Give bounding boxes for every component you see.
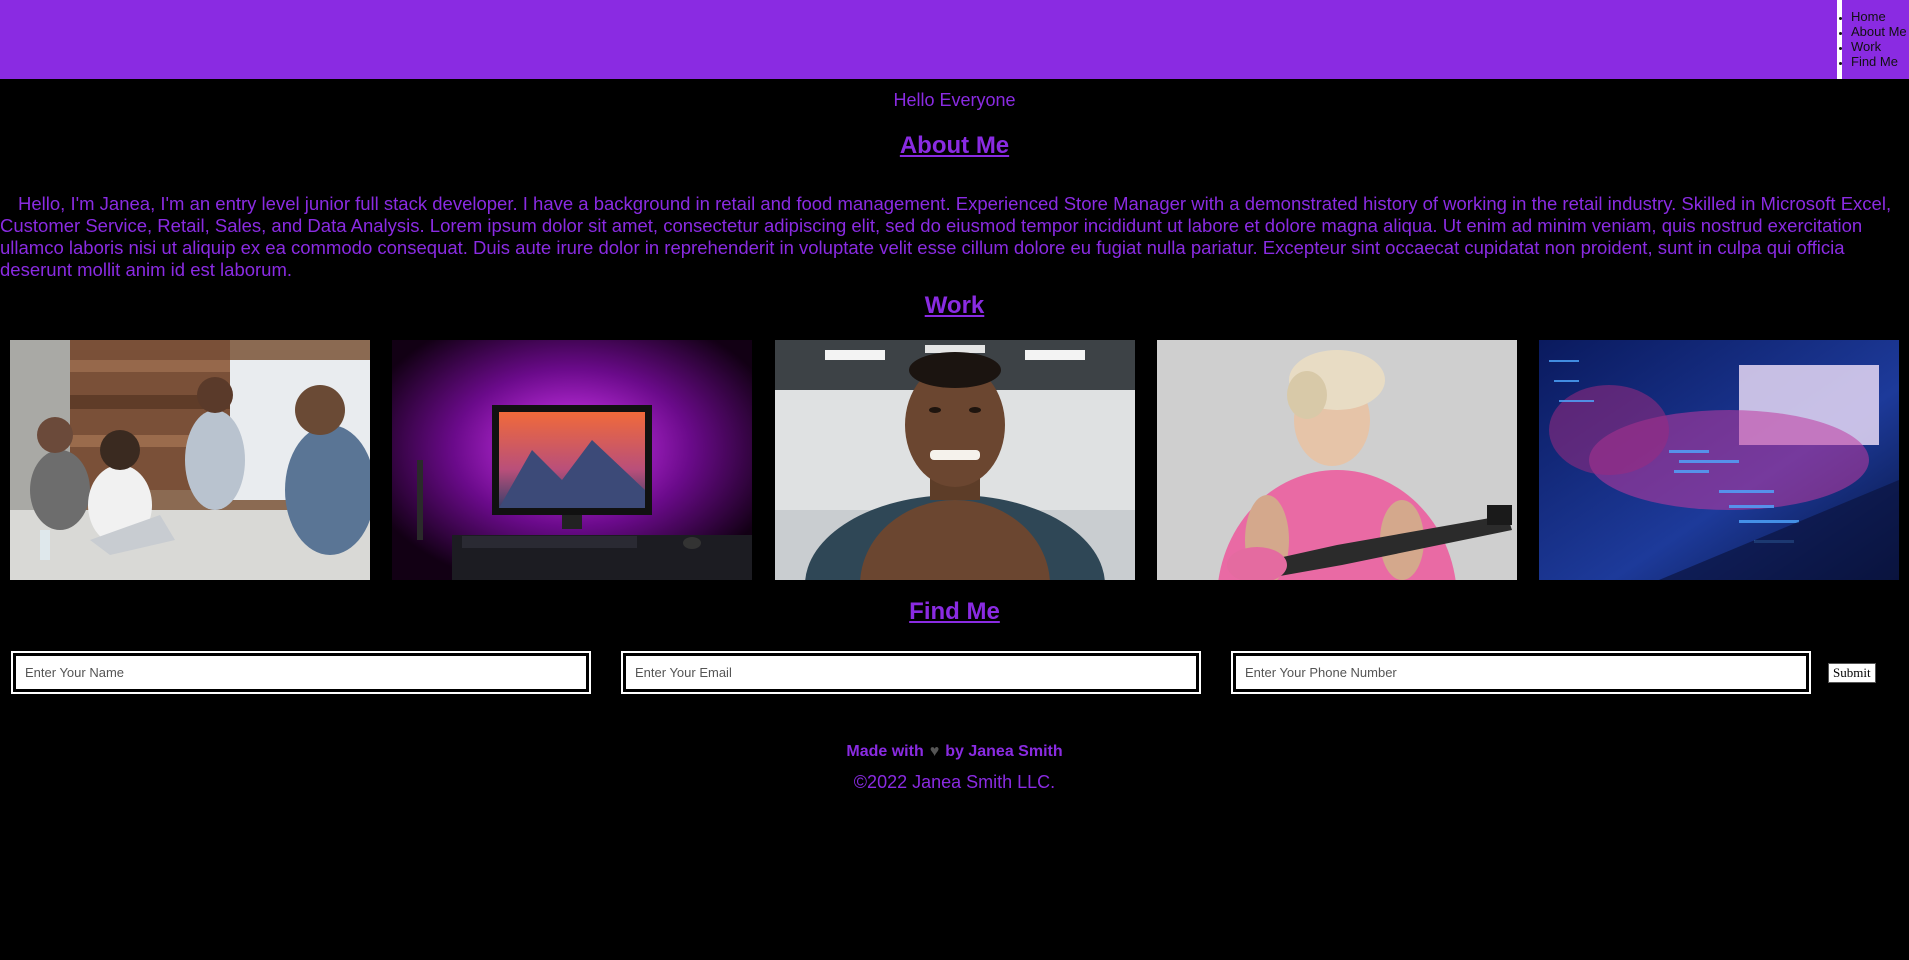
made-with-text: Made with — [846, 743, 924, 760]
about-heading: About Me — [899, 132, 1010, 159]
nav-item-work[interactable]: Work — [1851, 39, 1909, 54]
nav-link-home[interactable]: Home — [1851, 9, 1886, 24]
heart-icon: ♥ — [929, 743, 940, 760]
contact-form: Submit — [0, 651, 1909, 694]
made-with-line: Made with ♥ by Janea Smith — [0, 742, 1909, 762]
nav-item-home[interactable]: Home — [1851, 9, 1909, 24]
greeting-text: Hello Everyone — [893, 90, 1016, 110]
nav-item-about-me[interactable]: About Me — [1851, 24, 1909, 39]
submit-button[interactable]: Submit — [1828, 662, 1876, 683]
work-gallery — [0, 340, 1909, 580]
author-text: by Janea Smith — [945, 743, 1063, 760]
site-header: Home About Me Work Find Me — [0, 0, 1909, 79]
work-image-purple-monitor — [392, 340, 753, 580]
phone-input[interactable] — [1231, 651, 1811, 694]
nav-item-find-me[interactable]: Find Me — [1851, 54, 1909, 69]
name-input[interactable] — [11, 651, 591, 694]
work-image-guitarist — [1156, 340, 1517, 580]
about-paragraph: Hello, I'm Janea, I'm an entry level jun… — [0, 193, 1892, 280]
nav-link-about-me[interactable]: About Me — [1851, 24, 1907, 39]
nav-link-work[interactable]: Work — [1851, 39, 1881, 54]
work-heading: Work — [924, 292, 985, 319]
work-image-smiling-man — [774, 340, 1135, 580]
site-footer: Made with ♥ by Janea Smith ©2022 Janea Smi… — [0, 742, 1909, 793]
work-image-code-keyboard — [1539, 340, 1899, 580]
email-input[interactable] — [621, 651, 1201, 694]
nav-list: Home About Me Work Find Me — [1842, 0, 1909, 69]
nav-menu: Home About Me Work Find Me — [1837, 0, 1909, 79]
nav-link-find-me[interactable]: Find Me — [1851, 54, 1898, 69]
copyright-text: ©2022 Janea Smith LLC. — [853, 772, 1056, 792]
work-image-team-meeting — [10, 340, 370, 580]
find-me-heading: Find Me — [909, 598, 1000, 625]
